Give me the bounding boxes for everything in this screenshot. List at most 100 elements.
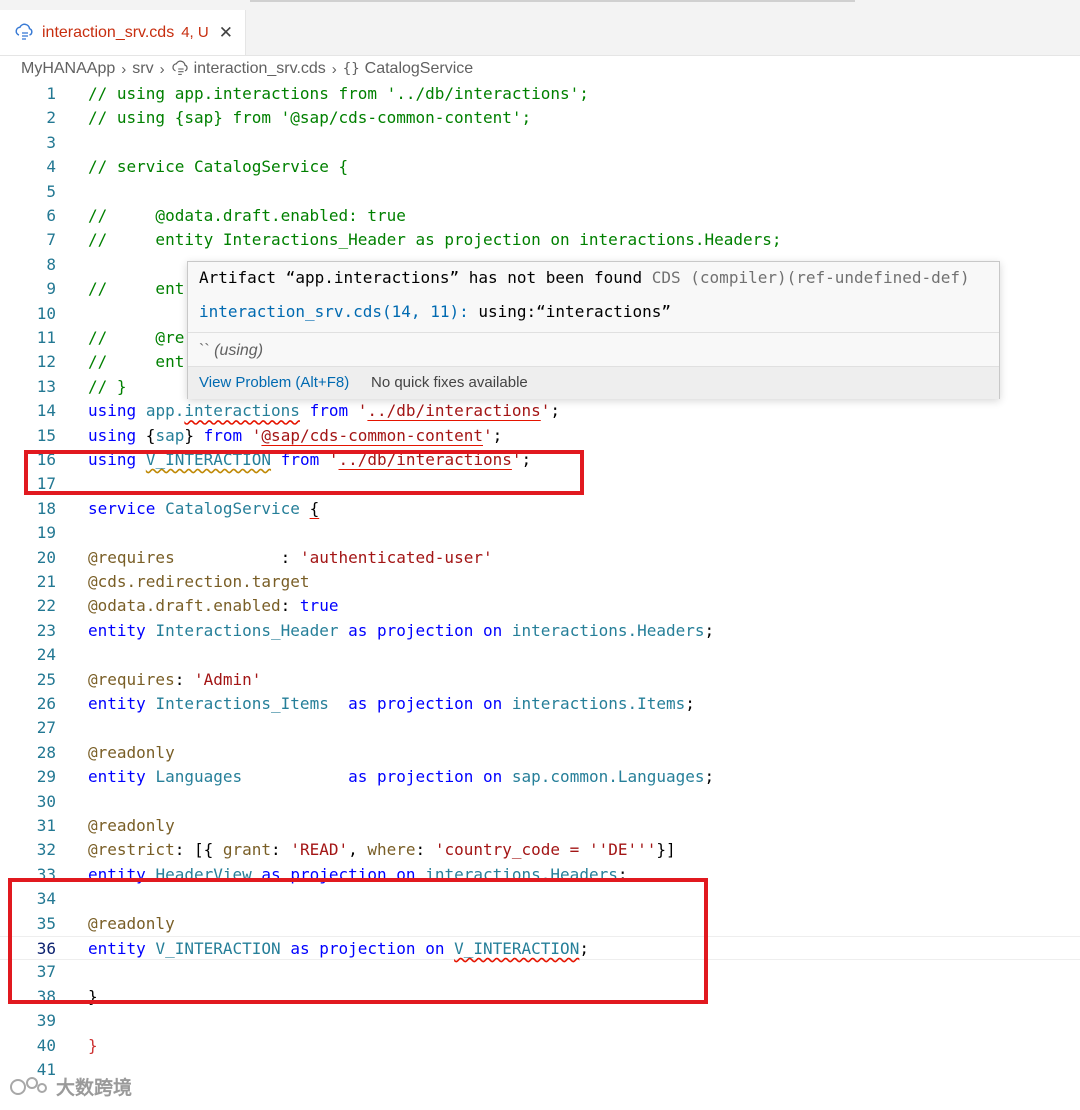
code-line[interactable]: 39 [0,1009,1080,1033]
problem-hover: Artifact “app.interactions” has not been… [187,261,1000,399]
code-token: // } [88,376,127,396]
line-number: 14 [36,401,56,421]
tab-bar: interaction_srv.cds 4, U ✕ [0,10,1080,56]
code-line[interactable]: 18 service CatalogService { [0,497,1080,521]
code-text: // using app.interactions from '../db/in… [88,82,589,106]
hover-location-link[interactable]: interaction_srv.cds(14, 11): [199,302,469,321]
code-token: // ent [88,352,185,372]
watermark: 大数跨境 [8,1073,132,1100]
code-token: : [271,840,291,860]
code-token: on [482,767,503,787]
line-number: 9 [46,279,56,299]
code-line[interactable]: 25 @requires: 'Admin' [0,668,1080,692]
code-token: service [88,498,156,518]
code-line[interactable]: 22 @odata.draft.enabled: true [0,594,1080,618]
code-token: entity [88,620,146,640]
hover-code: `` (using) [199,342,263,360]
cds-file-icon [15,23,33,40]
hover-divider [188,332,999,333]
breadcrumb-item-folder[interactable]: srv [132,60,153,78]
line-number: 4 [46,157,56,177]
code-token: @requires [88,547,175,567]
code-line[interactable]: 3 [0,131,1080,155]
line-number: 12 [36,352,56,372]
code-line[interactable]: 4 // service CatalogService { [0,155,1080,179]
code-token: ; [685,694,695,713]
line-number: 5 [46,181,56,201]
tab-filename: interaction_srv.cds [42,23,175,41]
code-token: from [203,425,243,445]
no-quick-fixes-label: No quick fixes available [371,374,528,391]
code-token: // using {sap} from '@sap/cds-common-con… [88,108,532,128]
breadcrumb-item-project[interactable]: MyHANAApp [21,60,115,78]
code-line[interactable]: 27 [0,716,1080,740]
code-token: : [415,840,435,860]
code-token: // entity Interactions_Header as project… [88,230,782,250]
code-line[interactable]: 20 @requires : 'authenticated-user' [0,546,1080,570]
code-line[interactable]: 32 @restrict: [{ grant: 'READ', where: 'c… [0,838,1080,862]
code-line[interactable]: 5 [0,180,1080,204]
code-token: ; [492,425,503,445]
code-line[interactable]: 6 // @odata.draft.enabled: true [0,204,1080,228]
line-number: 11 [36,328,56,347]
code-text: } [88,1034,98,1058]
code-token: entity [88,767,146,787]
hover-source: CDS (compiler)(ref-undefined-def) [651,268,970,287]
code-token: @requires [88,669,175,689]
line-number: 21 [36,572,56,591]
code-line[interactable]: 31 @readonly [0,814,1080,838]
code-line[interactable]: 21 @cds.redirection.target [0,570,1080,594]
line-number: 23 [36,620,56,640]
code-line[interactable]: 1 // using app.interactions from '../db/i… [0,82,1080,106]
line-number: 7 [46,230,56,250]
code-line[interactable]: 41 [0,1058,1080,1082]
view-problem-link[interactable]: View Problem (Alt+F8) [199,374,349,391]
breadcrumb-item-file[interactable]: interaction_srv.cds [194,60,326,78]
code-line[interactable]: 7 // entity Interactions_Header as projec… [0,228,1080,252]
code-line[interactable]: 14 using app.interactions from '../db/int… [0,399,1080,423]
code-text: using {sap} from '@sap/cds-common-conten… [88,424,502,448]
code-token: sap [155,425,185,445]
line-number: 15 [36,425,56,445]
line-number: 28 [36,742,56,762]
code-line[interactable]: 29 entity Languages as projection on sap.… [0,765,1080,789]
tab-interaction-srv-cds[interactable]: interaction_srv.cds 4, U ✕ [0,10,246,55]
symbol-namespace-icon: {} [342,61,360,77]
code-text: entity Interactions_Header as projection… [88,619,714,643]
code-line[interactable]: 2 // using {sap} from '@sap/cds-common-co… [0,106,1080,130]
line-number: 26 [36,694,56,713]
code-token: CatalogService [165,498,300,518]
code-line[interactable]: 23 entity Interactions_Header as projecti… [0,619,1080,643]
code-line[interactable]: 30 [0,790,1080,814]
code-token: sap.common.Languages [511,767,705,787]
code-line[interactable]: 24 [0,643,1080,667]
highlight-box-entity [8,878,708,1004]
code-line[interactable]: 26 entity Interactions_Items as projectio… [0,692,1080,716]
code-text: @restrict: [{ grant: 'READ', where: 'cou… [88,838,676,862]
code-token: on [482,620,503,640]
code-line[interactable]: 40} [0,1034,1080,1058]
code-text: service CatalogService { [88,497,319,521]
code-token: @cds.redirection.target [88,572,310,591]
code-token: { [136,425,156,445]
code-line[interactable]: 28 @readonly [0,741,1080,765]
code-token: }] [656,840,676,860]
breadcrumb-item-symbol[interactable]: CatalogService [365,60,474,78]
code-line[interactable]: 15 using {sap} from '@sap/cds-common-cont… [0,424,1080,448]
code-token: : [280,596,300,616]
code-text: using app.interactions from '../db/inter… [88,399,560,423]
code-line[interactable]: 19 [0,521,1080,545]
code-token: ../db/interactions [367,401,541,421]
close-icon[interactable]: ✕ [219,23,233,43]
